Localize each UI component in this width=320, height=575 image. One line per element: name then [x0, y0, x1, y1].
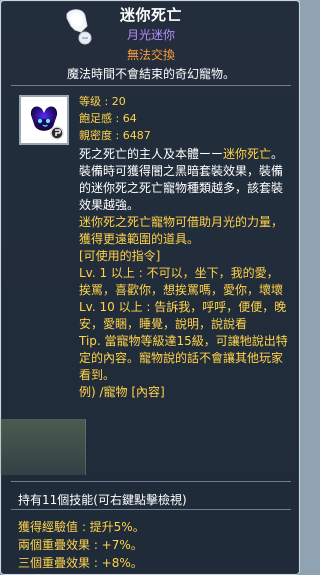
untradeable-text: 無法交換 [126, 48, 175, 62]
pet-stat-fullness: 飽足感 : 64 [79, 112, 137, 125]
commands-tip: Tip. 當寵物等級達15級，可讓牠說出特定的內容。寵物說的話不會讓其他玩家看到… [79, 334, 288, 382]
moonlight-text: 迷你死之死亡寵物可借助月光的力量，獲得更遠範圍的道具。 [79, 215, 284, 246]
tooltip-header: 迷你死亡 月光迷你 無法交換 魔法時間不會結束的奇幻寵物。 [1, 1, 301, 85]
triple-bonus: 三個重疊效果 : +8%。 [18, 556, 143, 570]
pet-stats: 等级 : 20 飽足感 : 64 親密度 : 6487 [79, 93, 151, 144]
description-period: 。 [271, 147, 284, 161]
background-ui-fragment [0, 419, 86, 475]
pet-icon-frame [19, 95, 69, 145]
double-bonus: 兩個重疊效果 : +7%。 [18, 538, 143, 552]
commands-title: [可使用的指令] [79, 249, 161, 263]
divider [11, 509, 291, 510]
item-subtitle: 月光迷你 [126, 28, 175, 42]
description-highlight: 迷你死亡 [223, 147, 272, 161]
exp-bonus: 獲得經驗值 : 提升5%。 [18, 520, 145, 534]
pet-stat-closeness: 親密度 : 6487 [79, 129, 151, 142]
item-tagline: 魔法時間不會結束的奇幻寵物。 [66, 67, 235, 81]
commands-lv1: Lv. 1 以上 : 不可以，坐下，我的愛，挨罵，喜歡你，想挨罵嗎，愛你，壞壞 [79, 266, 284, 297]
divider [11, 85, 291, 86]
pet-stat-level: 等级 : 20 [79, 95, 126, 108]
item-tooltip: 迷你死亡 月光迷你 無法交換 魔法時間不會結束的奇幻寵物。 等级 : 20 飽足… [0, 0, 300, 575]
pet-description: 死之死亡的主人及本體ーー迷你死亡。 裝備時可獲得闇之黑暗套裝效果，裝備的迷你死之… [79, 146, 289, 401]
divider [11, 481, 291, 482]
item-title: 迷你死亡 [119, 6, 182, 24]
pet-icon [30, 106, 64, 140]
description-text: 死之死亡的主人及本體ーー [79, 147, 224, 161]
commands-example: 例) /寵物 [內容] [79, 385, 165, 399]
description-line: 死之死亡的主人及本體ーー迷你死亡。 [79, 146, 289, 163]
skills-hint: 持有11個技能(可右鍵點擊檢視) [18, 493, 187, 507]
commands-lv10: Lv. 10 以上 : 告訴我，呼呼，便便，晚安，愛睏，睡覺，說明，說說看 [79, 300, 287, 331]
set-effect-text: 裝備時可獲得闇之黑暗套裝效果，裝備的迷你死之死亡寵物種類越多，該套裝效果越強。 [79, 164, 284, 212]
